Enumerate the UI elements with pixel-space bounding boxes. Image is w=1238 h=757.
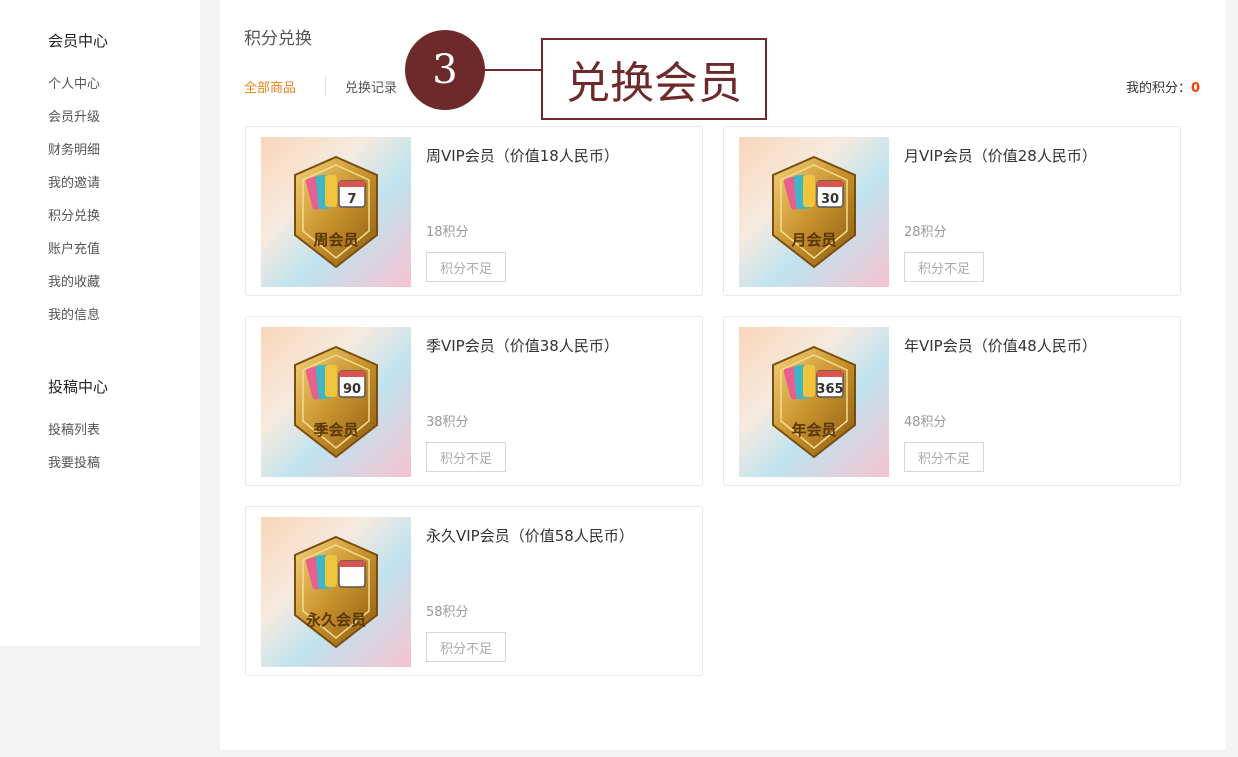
sidebar-item-new-submission[interactable]: 我要投稿 (48, 452, 100, 471)
product-card[interactable]: 7 周会员 周VIP会员（价值18人民币） 18积分 积分不足 (245, 126, 703, 296)
page-title: 积分兑换 (244, 29, 312, 49)
sidebar: 会员中心 个人中心 会员升级 财务明细 我的邀请 积分兑换 账户充值 我的收藏 … (0, 0, 200, 646)
sidebar-item-my-invites[interactable]: 我的邀请 (48, 172, 100, 191)
product-card[interactable]: 30 月会员 月VIP会员（价值28人民币） 28积分 积分不足 (723, 126, 1181, 296)
callout-number: 3 (405, 30, 485, 110)
my-points-label: 我的积分： (1125, 81, 1191, 96)
product-title[interactable]: 季VIP会员（价值38人民币） (426, 335, 619, 356)
my-points: 我的积分：0 (1126, 77, 1200, 96)
badge-label: 季会员 (313, 421, 359, 439)
badge-label: 年会员 (791, 421, 837, 439)
product-thumbnail[interactable]: 永久会员 (261, 517, 411, 667)
badge-number: 30 (821, 192, 839, 207)
product-card[interactable]: 365 年会员 年VIP会员（价值48人民币） 48积分 积分不足 (723, 316, 1181, 486)
insufficient-points-button[interactable]: 积分不足 (426, 632, 506, 662)
sidebar-item-points-exchange[interactable]: 积分兑换 (48, 205, 100, 224)
badge-label: 月会员 (791, 231, 837, 249)
product-title[interactable]: 永久VIP会员（价值58人民币） (426, 525, 634, 546)
callout-label: 兑换会员 (541, 38, 767, 120)
product-title[interactable]: 月VIP会员（价值28人民币） (904, 145, 1097, 166)
tab-exchange-records[interactable]: 兑换记录 (345, 77, 397, 96)
sidebar-item-submission-list[interactable]: 投稿列表 (48, 419, 100, 438)
callout-connector (485, 69, 541, 71)
sidebar-title-member-center: 会员中心 (48, 32, 109, 50)
product-card[interactable]: 90 季会员 季VIP会员（价值38人民币） 38积分 积分不足 (245, 316, 703, 486)
sidebar-item-favorites[interactable]: 我的收藏 (48, 271, 100, 290)
insufficient-points-button[interactable]: 积分不足 (426, 442, 506, 472)
badge-label: 永久会员 (305, 611, 366, 629)
product-price: 18积分 (426, 225, 469, 240)
insufficient-points-button[interactable]: 积分不足 (426, 252, 506, 282)
product-price: 48积分 (904, 415, 947, 430)
vip-badge-icon: 90 (294, 345, 378, 459)
tab-all-products[interactable]: 全部商品 (244, 77, 296, 96)
product-card[interactable]: 永久会员 永久VIP会员（价值58人民币） 58积分 积分不足 (245, 506, 703, 676)
badge-label: 周会员 (313, 231, 359, 249)
product-price: 28积分 (904, 225, 947, 240)
my-points-value: 0 (1190, 81, 1200, 96)
sidebar-item-personal-center[interactable]: 个人中心 (48, 73, 100, 92)
product-thumbnail[interactable]: 90 季会员 (261, 327, 411, 477)
vip-badge-icon: 30 (772, 155, 856, 269)
product-price: 58积分 (426, 605, 469, 620)
product-thumbnail[interactable]: 30 月会员 (739, 137, 889, 287)
sidebar-item-finance-details[interactable]: 财务明细 (48, 139, 100, 158)
product-title[interactable]: 周VIP会员（价值18人民币） (426, 145, 619, 166)
sidebar-title-submission-center: 投稿中心 (48, 378, 109, 396)
product-title[interactable]: 年VIP会员（价值48人民币） (904, 335, 1097, 356)
badge-number: 365 (816, 382, 843, 397)
product-thumbnail[interactable]: 7 周会员 (261, 137, 411, 287)
sidebar-item-recharge[interactable]: 账户充值 (48, 238, 100, 257)
badge-number: 7 (347, 192, 356, 207)
vip-badge-icon (294, 535, 378, 649)
insufficient-points-button[interactable]: 积分不足 (904, 252, 984, 282)
badge-number: 90 (343, 382, 361, 397)
sidebar-item-my-info[interactable]: 我的信息 (48, 304, 100, 323)
insufficient-points-button[interactable]: 积分不足 (904, 442, 984, 472)
product-thumbnail[interactable]: 365 年会员 (739, 327, 889, 477)
tab-divider (325, 76, 326, 96)
sidebar-item-member-upgrade[interactable]: 会员升级 (48, 106, 100, 125)
vip-badge-icon: 365 (772, 345, 856, 459)
product-price: 38积分 (426, 415, 469, 430)
vip-badge-icon: 7 (294, 155, 378, 269)
